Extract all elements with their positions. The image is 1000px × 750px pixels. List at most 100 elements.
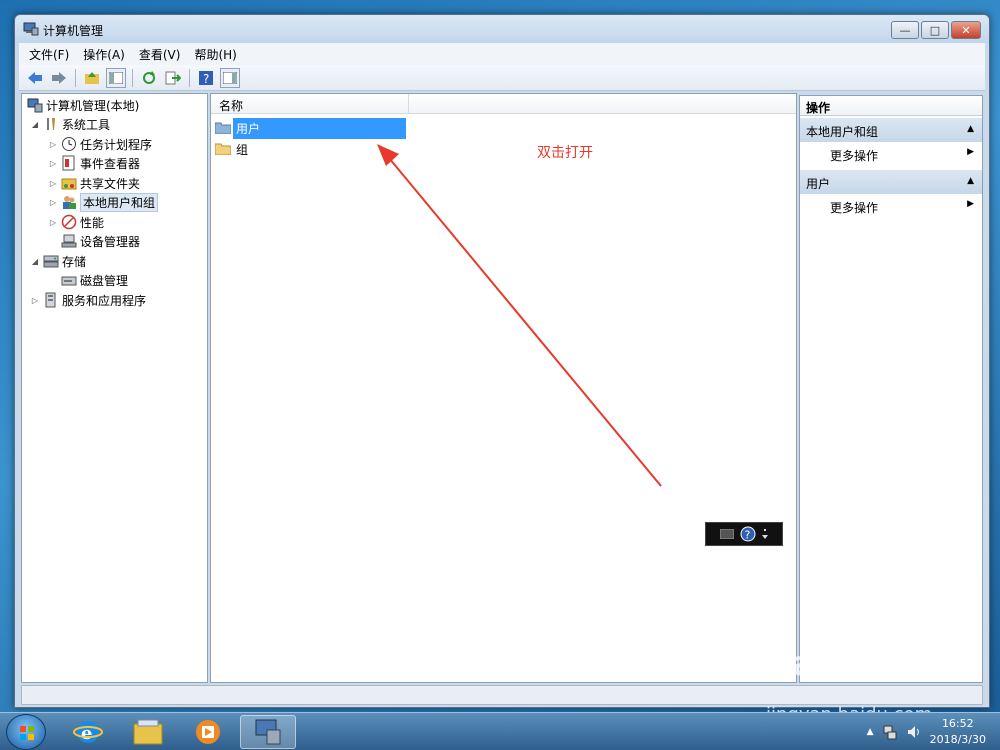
forward-button[interactable] <box>49 68 69 88</box>
collapse-caret-icon[interactable]: ▲ <box>967 124 974 134</box>
list-item-label: 组 <box>236 142 249 157</box>
tree-label: 共享文件夹 <box>80 176 141 191</box>
menu-help[interactable]: 帮助(H) <box>194 46 236 63</box>
event-log-icon <box>61 155 77 171</box>
tree-item-task-scheduler[interactable]: ▷ 任务计划程序 <box>48 135 152 153</box>
expand-arrow-icon[interactable]: ▷ <box>48 140 58 149</box>
tree-item-services-applications[interactable]: ▷ 服务和应用程序 <box>30 291 146 309</box>
performance-icon <box>61 214 77 230</box>
network-icon[interactable] <box>882 724 898 740</box>
tree-item-disk-management[interactable]: 磁盘管理 <box>58 271 128 289</box>
disk-icon <box>61 272 77 288</box>
tree-item-shared-folders[interactable]: ▷ 共享文件夹 <box>48 174 140 192</box>
tree-label: 设备管理器 <box>80 234 141 249</box>
options-icon[interactable] <box>762 528 768 540</box>
actions-header: 操作 <box>800 96 982 116</box>
window-title: 计算机管理 <box>43 24 104 38</box>
more-actions-item[interactable]: 更多操作 ▶ <box>800 143 982 165</box>
expand-arrow-icon[interactable]: ▷ <box>48 179 58 188</box>
submenu-arrow-icon: ▶ <box>967 147 974 157</box>
language-bar[interactable]: ? <box>705 522 783 546</box>
computer-management-icon <box>23 22 39 36</box>
list-item-users[interactable]: 用户 <box>215 117 406 139</box>
maximize-button[interactable]: □ <box>921 21 949 39</box>
tree-label: 计算机管理(本地) <box>46 98 140 113</box>
services-icon <box>43 292 59 308</box>
minimize-button[interactable]: — <box>891 21 919 39</box>
results-pane: 名称 用户 组 双击打开 <box>210 93 797 683</box>
windows-logo-icon <box>20 726 34 740</box>
column-header-name[interactable]: 名称 <box>211 94 409 114</box>
help-icon[interactable]: ? <box>740 526 756 542</box>
submenu-arrow-icon: ▶ <box>967 199 974 209</box>
system-tray: ▲ 16:52 2018/3/30 <box>867 715 986 749</box>
menu-file[interactable]: 文件(F) <box>29 46 69 63</box>
show-hide-tree-button[interactable] <box>106 67 126 88</box>
computer-management-icon <box>27 97 43 113</box>
expand-arrow-icon[interactable]: ▷ <box>30 296 40 305</box>
help-button[interactable]: ? <box>196 68 216 88</box>
status-bar <box>21 685 983 705</box>
actions-section-users[interactable]: 用户 ▲ <box>800 170 982 194</box>
show-hidden-icons-arrow-icon[interactable]: ▲ <box>867 727 874 737</box>
taskbar-media-player[interactable] <box>180 715 236 749</box>
annotation-text: 双击打开 <box>537 145 593 161</box>
folder-icon <box>215 143 231 155</box>
device-manager-icon <box>61 233 77 249</box>
tree-item-computer-management[interactable]: 计算机管理(本地) <box>24 96 139 114</box>
back-button[interactable] <box>25 68 45 88</box>
refresh-button[interactable] <box>139 68 159 88</box>
list-item-groups[interactable]: 组 <box>215 139 251 159</box>
column-header: 名称 <box>211 94 796 114</box>
tree-item-device-manager[interactable]: 设备管理器 <box>58 232 140 250</box>
start-button[interactable] <box>6 714 46 750</box>
svg-text:?: ? <box>203 72 209 86</box>
tree-label: 系统工具 <box>62 117 111 132</box>
expand-arrow-icon[interactable]: ▷ <box>48 159 58 168</box>
back-arrow-icon <box>28 71 42 84</box>
export-list-button[interactable] <box>163 68 183 88</box>
refresh-icon <box>143 70 155 84</box>
tree-item-event-viewer[interactable]: ▷ 事件查看器 <box>48 154 140 172</box>
clock[interactable]: 16:52 2018/3/30 <box>930 716 986 748</box>
toolbar: ? <box>19 65 985 91</box>
taskbar-internet-explorer[interactable]: e <box>60 715 116 749</box>
collapse-caret-icon[interactable]: ▲ <box>967 176 974 186</box>
tree-item-system-tools[interactable]: ◢ 系统工具 <box>30 115 110 133</box>
users-icon <box>61 194 77 210</box>
tree-item-storage[interactable]: ◢ 存储 <box>30 252 86 270</box>
expand-arrow-icon[interactable]: ▷ <box>48 218 58 227</box>
up-level-button[interactable] <box>82 68 102 88</box>
tree-label: 本地用户和组 <box>80 192 159 212</box>
actions-section-local-users-groups[interactable]: 本地用户和组 ▲ <box>800 118 982 142</box>
action-pane-icon <box>223 71 237 84</box>
show-hide-action-pane-button[interactable] <box>220 67 240 88</box>
menu-view[interactable]: 查看(V) <box>139 46 181 63</box>
annotation-arrow <box>377 144 662 487</box>
console-tree: 计算机管理(本地) ◢ 系统工具 ▷ 任务计划程序 ▷ 事件查看器 ▷ 共享文件… <box>21 93 208 683</box>
more-actions-item[interactable]: 更多操作 ▶ <box>800 195 982 217</box>
tree-label: 服务和应用程序 <box>62 293 147 308</box>
taskbar-file-explorer[interactable] <box>120 715 176 749</box>
tree-item-performance[interactable]: ▷ 性能 <box>48 213 104 231</box>
menu-bar: 文件(F) 操作(A) 查看(V) 帮助(H) <box>19 43 985 65</box>
folder-up-icon <box>85 71 99 84</box>
media-player-icon <box>196 720 220 744</box>
expand-arrow-icon[interactable]: ▷ <box>48 198 58 207</box>
clock-icon <box>61 136 77 152</box>
collapse-arrow-icon[interactable]: ◢ <box>30 257 40 266</box>
tree-item-local-users-groups[interactable]: ▷ 本地用户和组 <box>48 192 159 212</box>
volume-icon[interactable] <box>906 724 922 740</box>
close-button[interactable]: ✕ <box>951 21 981 39</box>
taskbar-computer-management[interactable] <box>240 715 296 749</box>
taskbar: e ▲ 16:52 2018/3/30 <box>0 712 1000 750</box>
title-bar[interactable]: 计算机管理 — □ ✕ <box>15 15 989 43</box>
menu-action[interactable]: 操作(A) <box>83 46 125 63</box>
internet-explorer-icon: e <box>73 721 103 744</box>
computer-management-window: 计算机管理 — □ ✕ 文件(F) 操作(A) 查看(V) 帮助(H) ? 计算… <box>14 14 990 708</box>
tree-label: 存储 <box>62 254 87 269</box>
folder-icon <box>133 719 163 745</box>
tree-label: 任务计划程序 <box>80 137 153 152</box>
keyboard-icon <box>720 529 734 539</box>
collapse-arrow-icon[interactable]: ◢ <box>30 120 40 129</box>
